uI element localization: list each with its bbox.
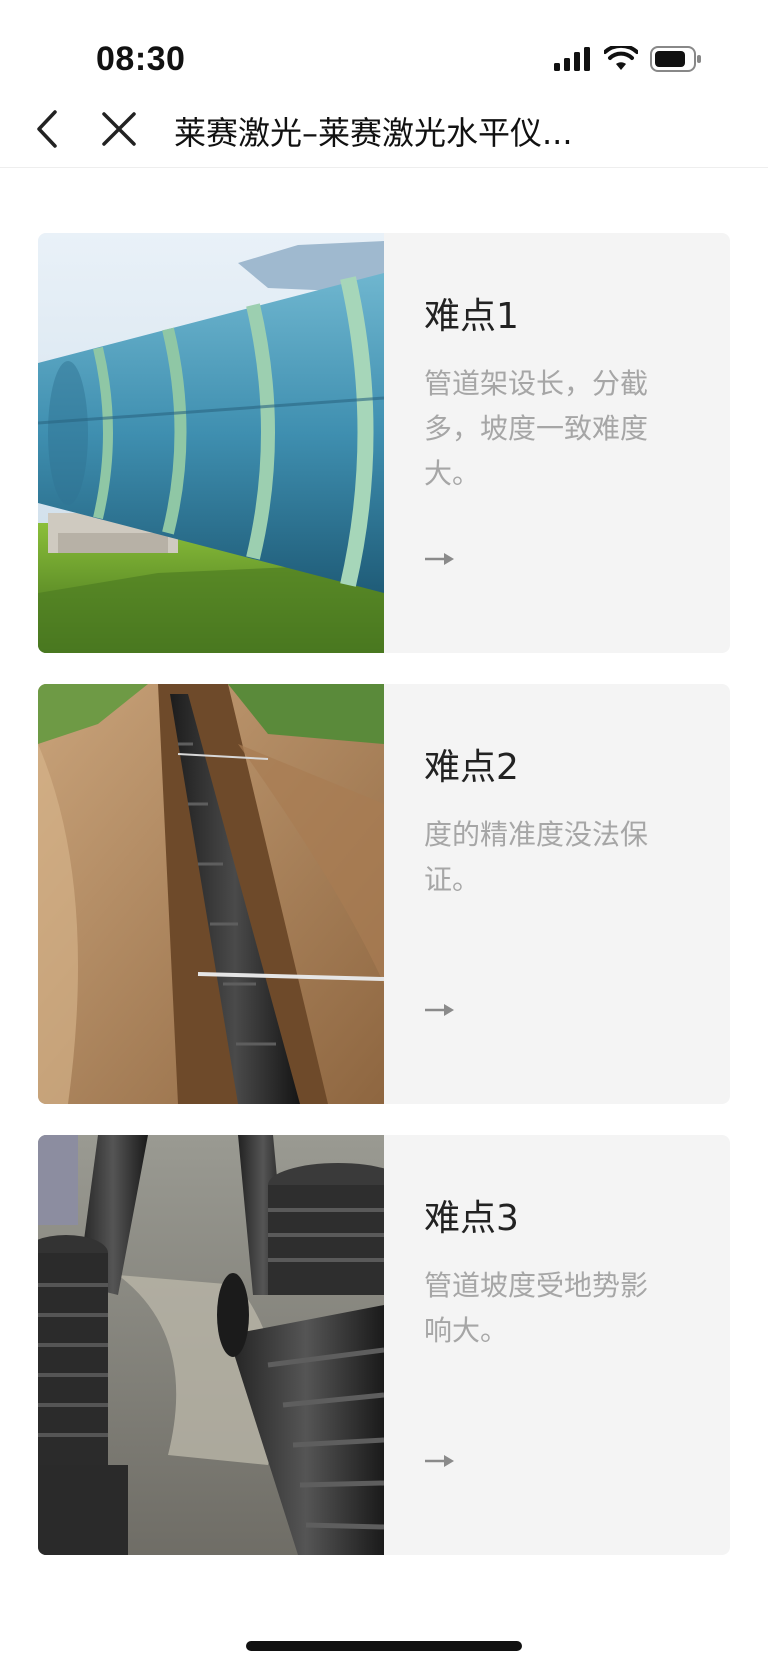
card-content: 难点3 管道坡度受地势影响大。 xyxy=(384,1135,730,1555)
home-indicator[interactable] xyxy=(246,1641,522,1651)
difficulty-card-2[interactable]: 难点2 度的精准度没法保证。 xyxy=(38,684,730,1104)
signal-icon xyxy=(554,47,590,71)
card-description: 管道坡度受地势影响大。 xyxy=(424,1269,649,1347)
chevron-left-icon xyxy=(37,110,57,148)
status-bar: 08:30 xyxy=(0,0,768,90)
card-description: 度的精准度没法保证。 xyxy=(424,818,649,896)
card-title: 难点2 xyxy=(424,747,519,788)
status-time: 08:30 xyxy=(96,40,186,78)
arrow-right-icon[interactable] xyxy=(424,1453,456,1469)
nav-bar: 莱赛激光–莱赛激光水平仪... xyxy=(0,90,768,168)
arrow-right-icon[interactable] xyxy=(424,1002,456,1018)
trench-image xyxy=(38,684,384,1104)
card-description: 管道架设长，分截多，坡度一致难度大。 xyxy=(424,367,649,490)
back-button[interactable] xyxy=(22,104,72,154)
card-content: 难点2 度的精准度没法保证。 xyxy=(384,684,730,1104)
card-content: 难点1 管道架设长，分截多，坡度一致难度大。 xyxy=(384,233,730,653)
arrow-right-icon[interactable] xyxy=(424,551,456,567)
corrugated-pipes-image xyxy=(38,1135,384,1555)
close-button[interactable] xyxy=(94,104,144,154)
card-title: 难点1 xyxy=(424,296,519,337)
difficulty-list: 难点1 管道架设长，分截多，坡度一致难度大。 难点2 度的精准度没法保证。 难点… xyxy=(38,233,730,1586)
battery-icon xyxy=(650,46,701,72)
pipeline-image xyxy=(38,233,384,653)
wifi-icon xyxy=(604,46,638,70)
close-icon xyxy=(102,112,136,146)
difficulty-card-1[interactable]: 难点1 管道架设长，分截多，坡度一致难度大。 xyxy=(38,233,730,653)
status-icons xyxy=(554,46,702,72)
difficulty-card-3[interactable]: 难点3 管道坡度受地势影响大。 xyxy=(38,1135,730,1555)
card-title: 难点3 xyxy=(424,1198,519,1239)
page-title: 莱赛激光–莱赛激光水平仪... xyxy=(174,114,573,152)
